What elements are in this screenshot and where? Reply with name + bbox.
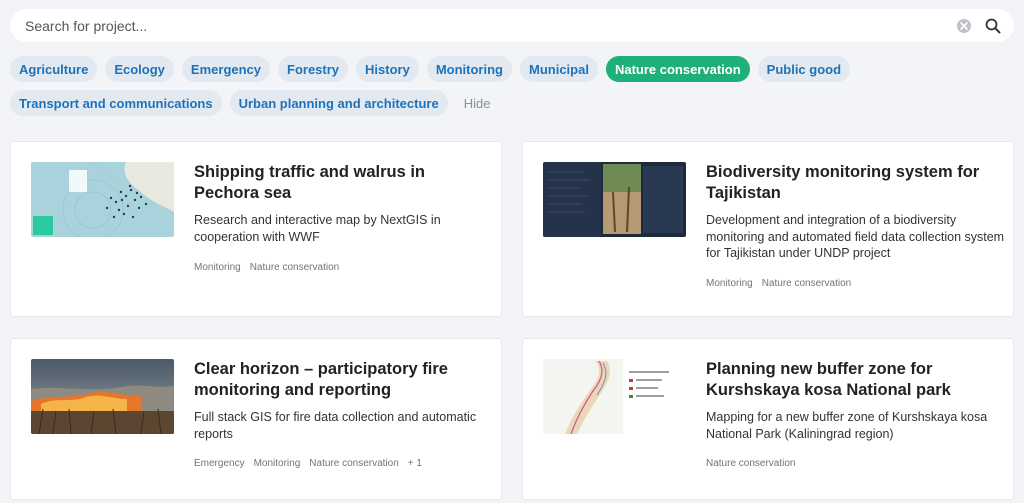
project-tags: Nature conservation [706,458,796,469]
project-card-kurshskaya-kosa[interactable]: Planning new buffer zone for Kurshskaya … [522,338,1014,500]
tag-public-good[interactable]: Public good [757,56,851,82]
project-tag: Monitoring [253,458,301,469]
hide-tags-button[interactable]: Hide [456,90,499,116]
project-card-pechora[interactable]: Shipping traffic and walrus in Pechora s… [10,141,502,317]
close-icon [960,21,968,30]
search-bar [10,9,1014,42]
project-tags: Monitoring Nature conservation [706,278,851,289]
tag-emergency[interactable]: Emergency [181,56,271,82]
project-tag: Emergency [194,458,245,469]
project-tag: Nature conservation [249,262,340,273]
project-title[interactable]: Clear horizon – participatory fire monit… [194,359,484,401]
project-thumbnail-map [31,162,174,237]
tag-filter-list: Agriculture Ecology Emergency Forestry H… [10,56,1014,116]
project-tags: Monitoring Nature conservation [194,262,339,273]
tag-urban-planning-and-architecture[interactable]: Urban planning and architecture [229,90,448,116]
tag-forestry[interactable]: Forestry [278,56,349,82]
project-tags: Emergency Monitoring Nature conservation… [194,458,422,469]
tag-nature-conservation[interactable]: Nature conservation [605,56,750,82]
project-title[interactable]: Shipping traffic and walrus in Pechora s… [194,162,484,204]
project-tag: Nature conservation [309,458,399,469]
project-card-clear-horizon[interactable]: Clear horizon – participatory fire monit… [10,338,502,500]
project-description: Full stack GIS for fire data collection … [194,410,477,441]
project-description: Research and interactive map by NextGIS … [194,213,441,244]
project-tag-more[interactable]: + 1 [408,458,422,469]
tag-monitoring[interactable]: Monitoring [426,56,512,82]
tag-transport-and-communications[interactable]: Transport and communications [10,90,222,116]
clear-search-button[interactable] [957,18,971,33]
project-thumbnail-buffer-map [543,359,686,434]
project-card-tajikistan[interactable]: Biodiversity monitoring system for Tajik… [522,141,1014,317]
search-input[interactable] [10,9,957,42]
project-title[interactable]: Planning new buffer zone for Kurshskaya … [706,359,996,401]
project-tag: Nature conservation [761,278,852,289]
tag-ecology[interactable]: Ecology [105,56,174,82]
project-tag: Nature conservation [706,458,796,469]
search-button[interactable] [984,17,1002,35]
project-tag: Monitoring [706,278,753,289]
project-thumbnail-app [543,162,686,237]
project-title[interactable]: Biodiversity monitoring system for Tajik… [706,162,996,204]
tag-municipal[interactable]: Municipal [520,56,598,82]
project-description: Development and integration of a biodive… [706,213,1005,260]
project-tag: Monitoring [194,262,241,273]
project-description: Mapping for a new buffer zone of Kurshsk… [706,410,988,441]
tag-history[interactable]: History [356,56,419,82]
search-icon [985,18,1001,33]
project-thumbnail-fire [31,359,174,434]
tag-agriculture[interactable]: Agriculture [10,56,98,82]
